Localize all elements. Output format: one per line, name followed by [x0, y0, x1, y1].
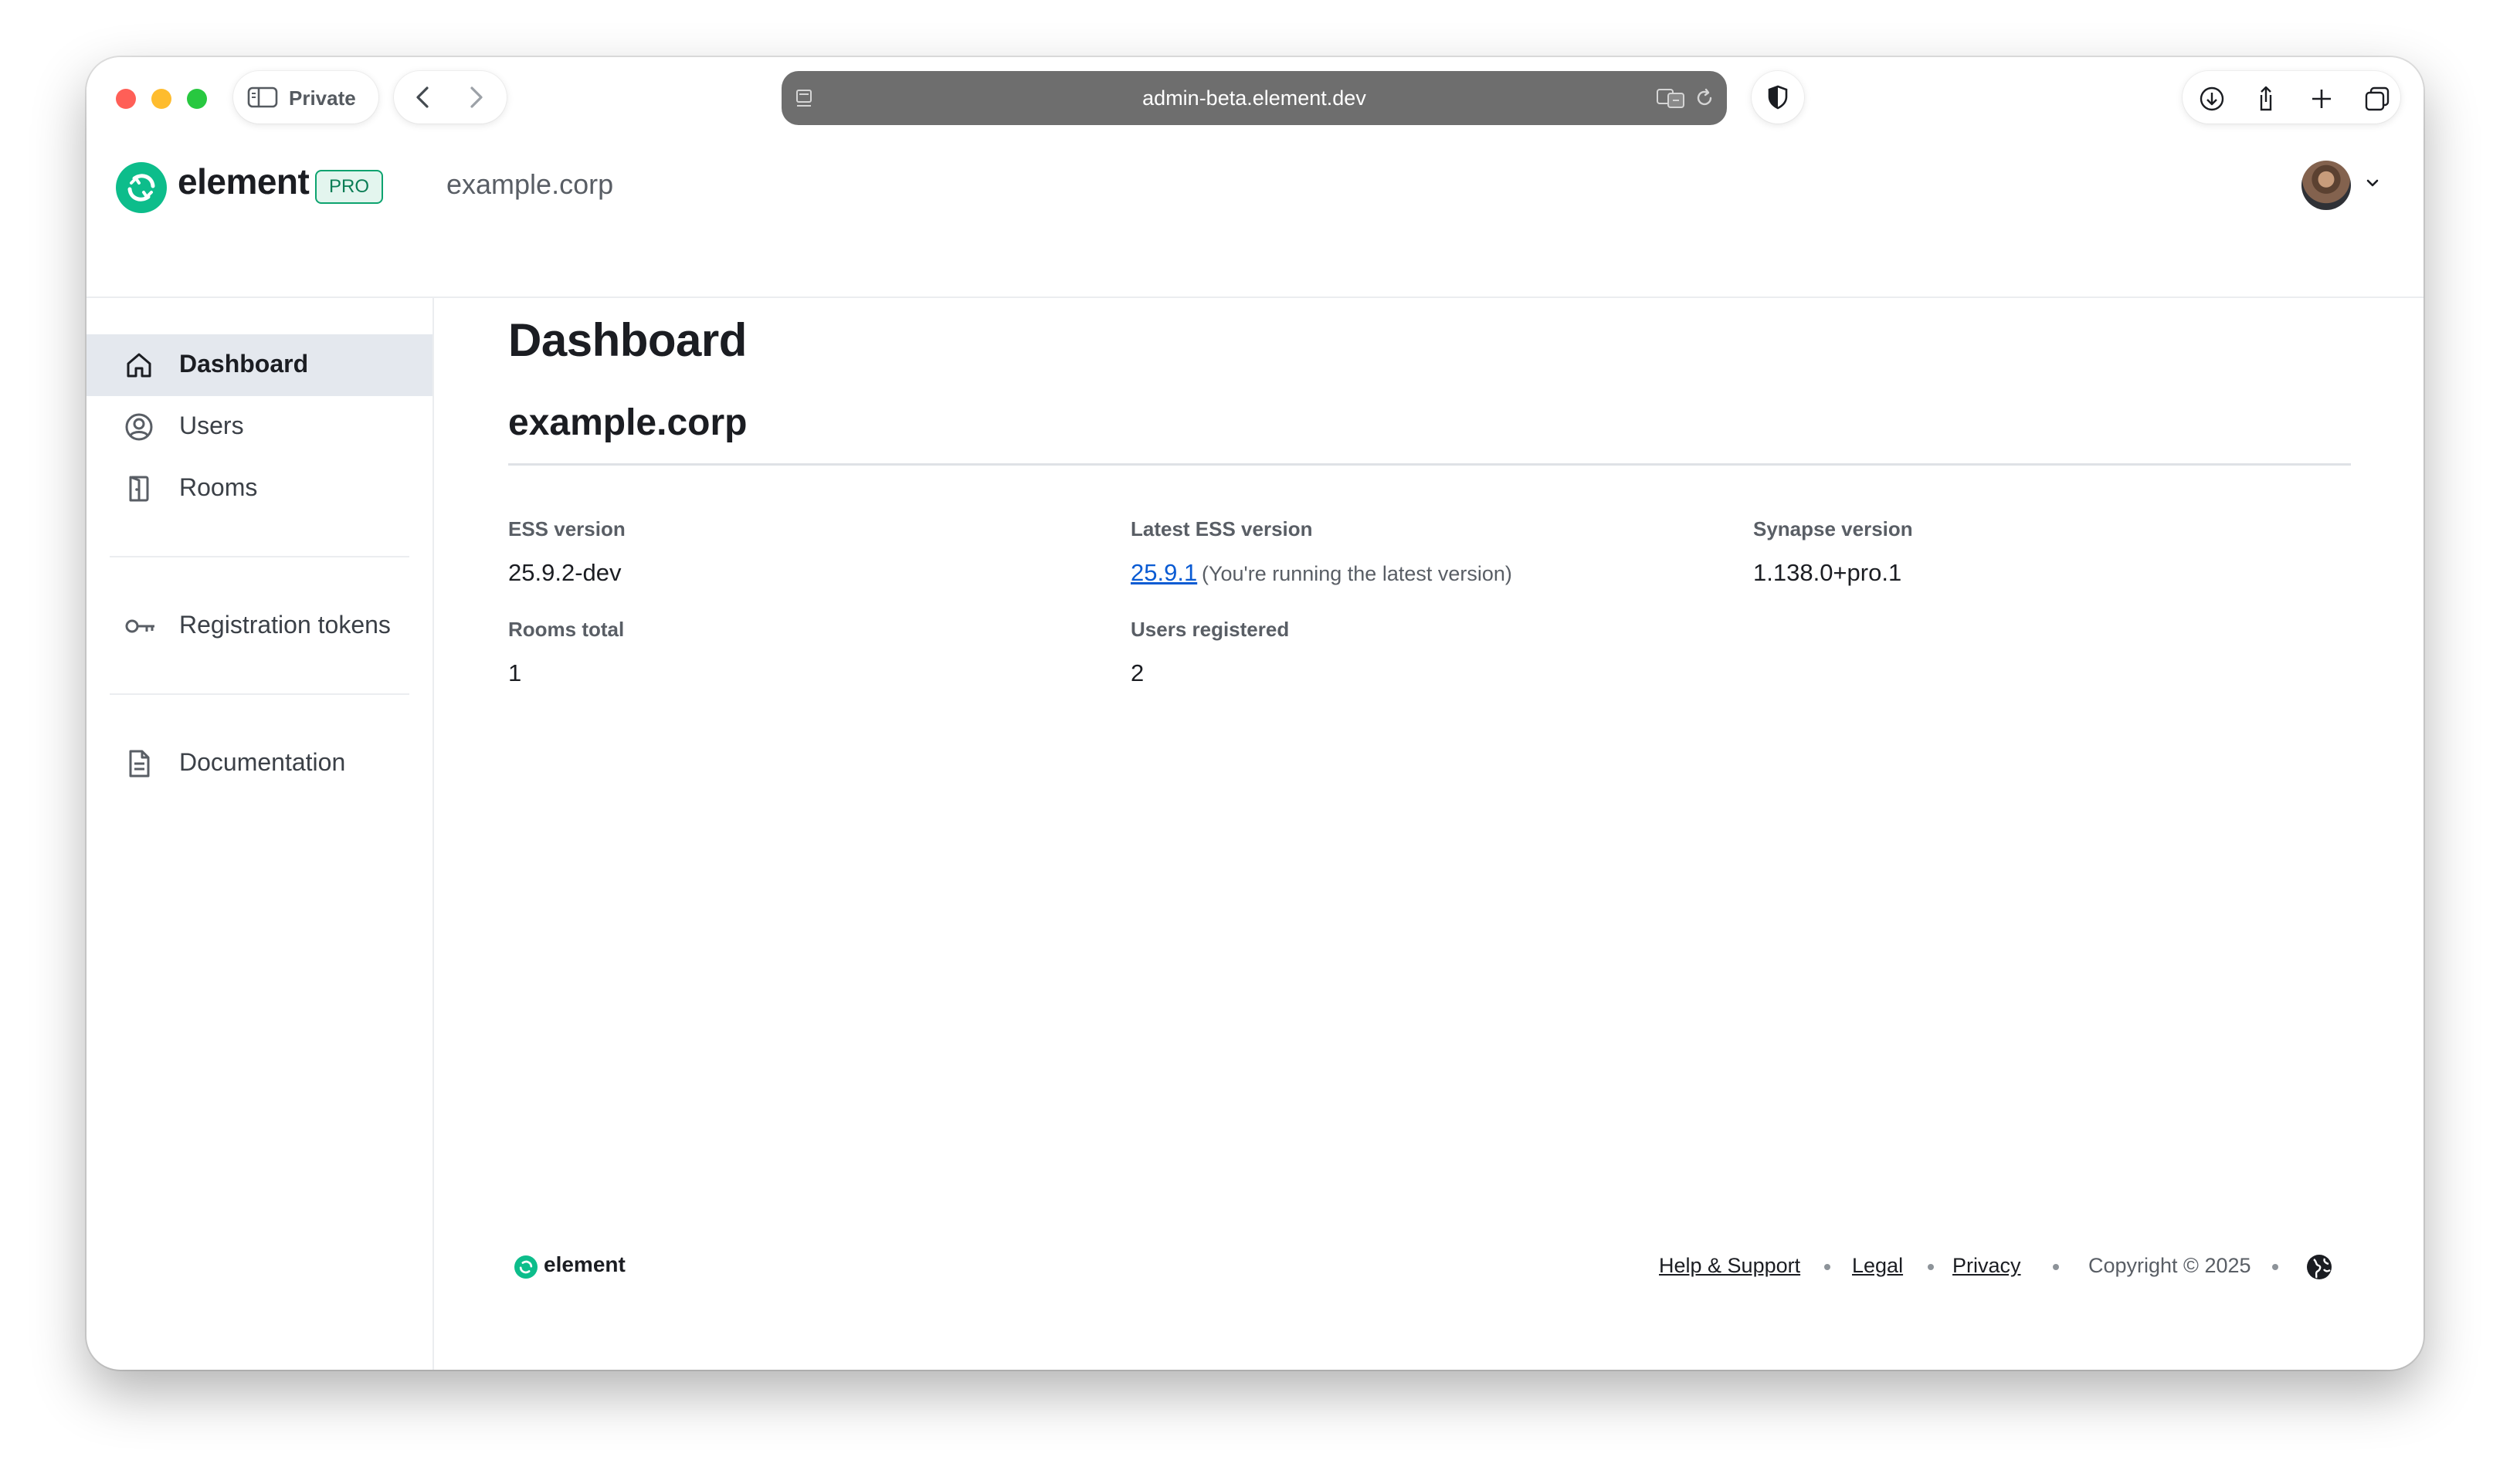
latest-ess-version-link[interactable]: 25.9.1: [1131, 559, 1197, 587]
url-text: admin-beta.element.dev: [1142, 86, 1366, 110]
new-tab-plus-icon[interactable]: [2308, 85, 2335, 113]
legal-link[interactable]: Legal: [1852, 1254, 1903, 1278]
key-icon: [125, 619, 154, 633]
separator-dot: [1824, 1264, 1830, 1270]
private-label: Private: [289, 86, 356, 110]
sidebar-item-registration-tokens[interactable]: Registration tokens: [86, 595, 432, 657]
users-registered-label: Users registered: [1131, 618, 1290, 641]
footer-brand: element: [544, 1252, 626, 1276]
sidebar-item-label: Users: [179, 412, 244, 439]
minimize-window-button[interactable]: [151, 89, 171, 109]
rooms-total-value: 1: [508, 659, 522, 686]
footer-element-logo-icon: [514, 1255, 538, 1279]
browser-toolbar: Private admin-beta.element.dev: [86, 57, 2424, 141]
browser-window: Private admin-beta.element.dev element P…: [86, 57, 2424, 1370]
document-icon: [129, 750, 150, 778]
privacy-link[interactable]: Privacy: [1952, 1254, 2021, 1278]
separator-dot: [2053, 1264, 2059, 1270]
sidebar-toggle-button[interactable]: Private: [233, 71, 378, 124]
translate-icon[interactable]: [1656, 86, 1687, 110]
user-avatar[interactable]: [2301, 161, 2351, 210]
globe-icon[interactable]: [2305, 1252, 2334, 1282]
navigation-buttons: [394, 71, 507, 124]
page-title: Dashboard: [508, 314, 747, 366]
rooms-total-label: Rooms total: [508, 618, 625, 641]
share-icon[interactable]: [2252, 85, 2280, 113]
latest-ess-version-label: Latest ESS version: [1131, 517, 1313, 540]
section-divider: [508, 463, 2351, 466]
user-circle-icon: [125, 413, 153, 441]
sidebar: Dashboard Users Rooms Registration token…: [86, 297, 434, 1370]
server-name-heading: example.corp: [508, 402, 748, 443]
sidebar-item-label: Rooms: [179, 473, 258, 501]
forward-arrow-icon[interactable]: [459, 85, 493, 110]
close-window-button[interactable]: [116, 89, 136, 109]
browser-tools: [2183, 71, 2400, 124]
sidebar-divider: [110, 556, 409, 557]
home-icon: [127, 353, 151, 378]
sidebar-item-documentation[interactable]: Documentation: [86, 733, 432, 795]
element-logo-icon: [116, 162, 167, 213]
synapse-version-label: Synapse version: [1753, 517, 1913, 540]
address-bar[interactable]: admin-beta.element.dev: [782, 71, 1727, 125]
zoom-window-button[interactable]: [187, 89, 207, 109]
back-arrow-icon[interactable]: [406, 85, 440, 110]
ess-version-value: 25.9.2-dev: [508, 559, 622, 586]
chevron-down-icon[interactable]: [2365, 178, 2380, 190]
pro-badge: PRO: [315, 170, 383, 204]
users-registered-value: 2: [1131, 659, 1145, 686]
sidebar-item-label: Dashboard: [179, 350, 309, 378]
reload-icon[interactable]: [1693, 86, 1716, 110]
app-header: [86, 141, 2424, 298]
sidebar-item-dashboard[interactable]: Dashboard: [86, 334, 432, 396]
copyright-text: Copyright © 2025: [2088, 1254, 2251, 1277]
sidebar-item-label: Documentation: [179, 748, 346, 776]
sidebar-divider: [110, 693, 409, 695]
latest-version-note: (You're running the latest version): [1202, 562, 1512, 585]
separator-dot: [2272, 1264, 2278, 1270]
separator-dot: [1928, 1264, 1934, 1270]
download-icon[interactable]: [2198, 85, 2226, 113]
sidebar-item-users[interactable]: Users: [86, 396, 432, 458]
org-name: example.corp: [446, 168, 614, 200]
sidebar-icon: [247, 86, 278, 108]
privacy-shield-button[interactable]: [1752, 71, 1804, 124]
shield-icon: [1768, 85, 1788, 110]
ess-version-label: ESS version: [508, 517, 626, 540]
sidebar-item-label: Registration tokens: [179, 611, 391, 639]
door-icon: [129, 476, 149, 502]
tab-overview-icon[interactable]: [2363, 85, 2391, 113]
sidebar-item-rooms[interactable]: Rooms: [86, 458, 432, 520]
help-support-link[interactable]: Help & Support: [1659, 1254, 1800, 1278]
brand-name: element: [178, 161, 310, 202]
synapse-version-value: 1.138.0+pro.1: [1753, 559, 1902, 586]
